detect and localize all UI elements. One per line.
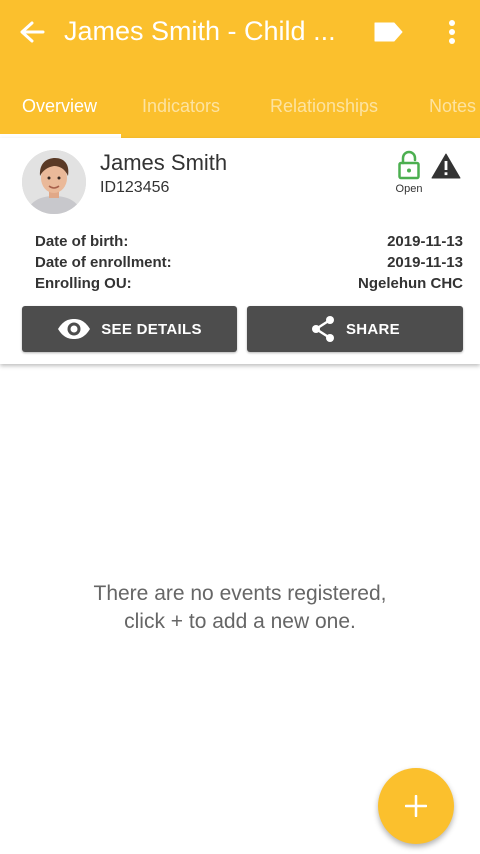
tab-notes[interactable]: Notes — [429, 94, 476, 118]
status-label: Open — [395, 183, 423, 195]
page-title: James Smith - Child ... — [64, 16, 336, 46]
tab-bar: Overview Indicators Relationships Notes — [0, 74, 480, 138]
more-options-button[interactable] — [438, 14, 466, 50]
warning-icon[interactable] — [430, 152, 462, 180]
plus-icon — [405, 795, 427, 817]
empty-state-line-2: click + to add a new one. — [124, 610, 356, 633]
see-details-button[interactable]: SEE DETAILS — [22, 306, 237, 352]
lock-open-icon — [398, 150, 420, 180]
more-vert-icon — [449, 20, 455, 44]
back-button[interactable] — [14, 16, 50, 48]
attribute-label: Date of enrollment: — [35, 254, 172, 271]
attribute-value: Ngelehun CHC — [358, 275, 463, 292]
tab-overview[interactable]: Overview — [22, 94, 97, 118]
empty-state-line-1: There are no events registered, — [93, 582, 387, 605]
person-photo-icon — [22, 150, 86, 214]
attribute-label: Enrolling OU: — [35, 275, 132, 292]
tab-indicators[interactable]: Indicators — [142, 94, 220, 118]
tab-relationships[interactable]: Relationships — [270, 94, 378, 118]
eye-icon — [58, 319, 91, 339]
empty-state-message: There are no events registered, click + … — [40, 580, 440, 636]
tag-button[interactable] — [370, 16, 406, 48]
app-bar: James Smith - Child ... Overview Indicat… — [0, 0, 480, 138]
attribute-row-dob: Date of birth: 2019-11-13 — [35, 232, 463, 252]
enrollment-status[interactable]: Open — [394, 150, 424, 198]
attribute-label: Date of birth: — [35, 233, 129, 250]
toolbar: James Smith - Child ... — [0, 0, 480, 64]
profile-name: James Smith — [100, 150, 228, 175]
share-icon — [311, 316, 334, 342]
avatar — [22, 150, 86, 214]
profile-card: James Smith ID123456 Open Date of birth:… — [0, 138, 480, 364]
profile-id: ID123456 — [100, 179, 170, 196]
see-details-label: SEE DETAILS — [101, 320, 202, 338]
add-event-fab[interactable] — [378, 768, 454, 844]
share-button[interactable]: SHARE — [247, 306, 463, 352]
attribute-row-enrolling-ou: Enrolling OU: Ngelehun CHC — [35, 274, 463, 294]
label-icon — [374, 22, 403, 42]
attribute-value: 2019-11-13 — [387, 254, 463, 271]
attribute-row-enrollment-date: Date of enrollment: 2019-11-13 — [35, 253, 463, 273]
attribute-value: 2019-11-13 — [387, 233, 463, 250]
share-label: SHARE — [345, 320, 400, 338]
arrow-back-icon — [20, 21, 45, 43]
